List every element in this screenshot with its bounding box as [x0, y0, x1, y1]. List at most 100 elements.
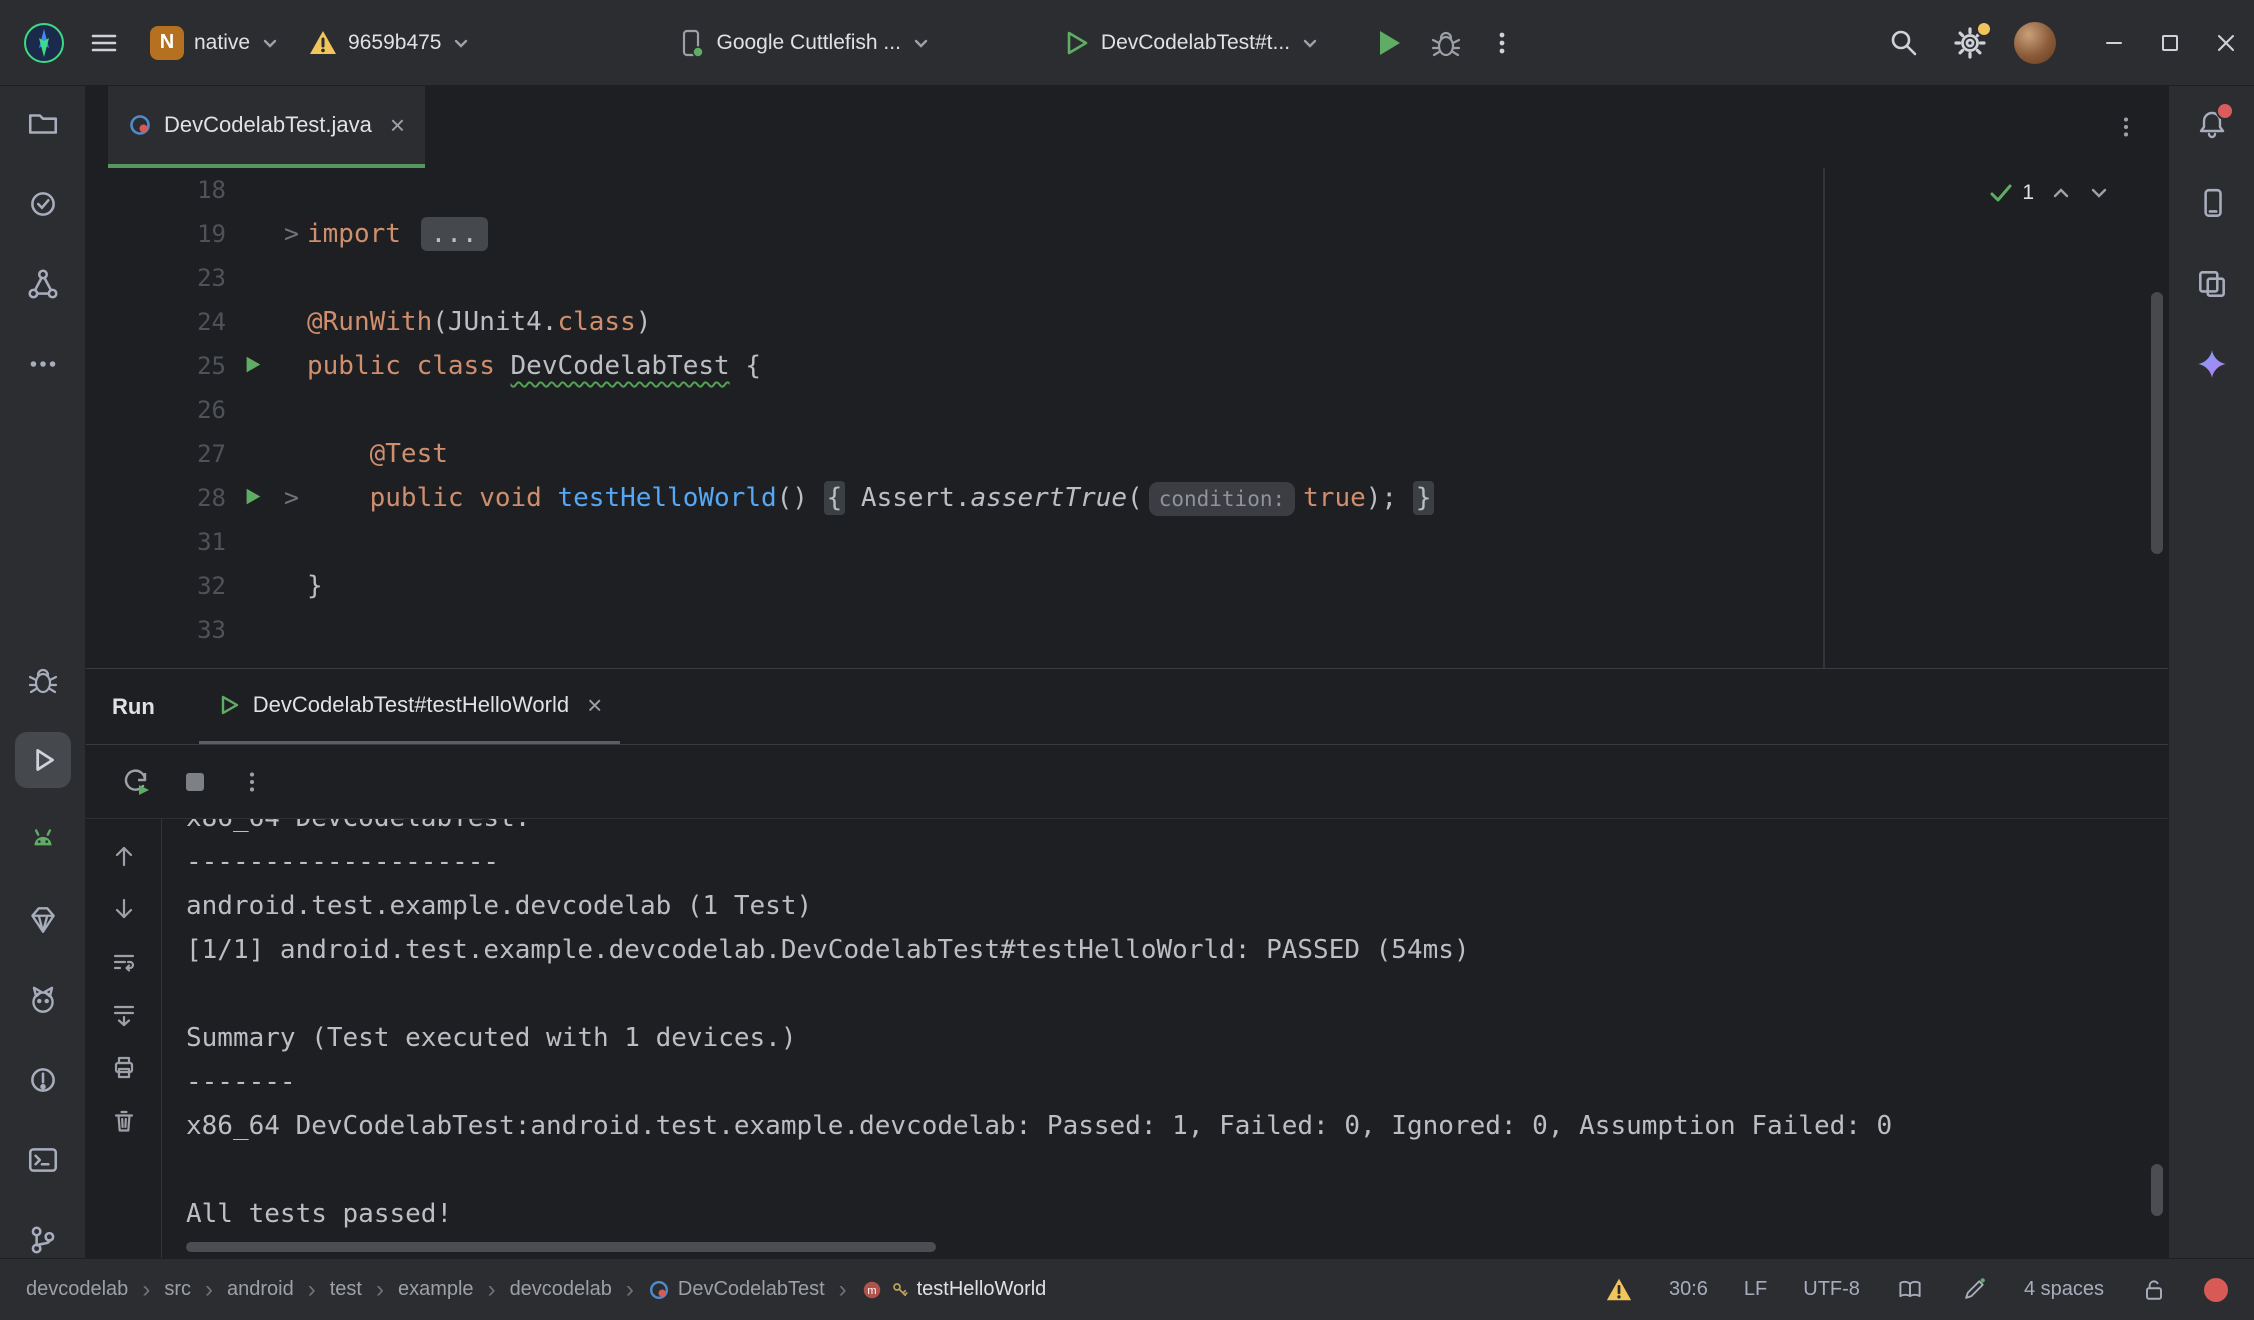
- terminal-icon[interactable]: [15, 1132, 71, 1188]
- run-configuration-selector[interactable]: DevCodelabTest#t...: [1051, 20, 1330, 66]
- more-actions-icon[interactable]: [1478, 19, 1526, 67]
- editor[interactable]: 1819>import ...2324@RunWith(JUnit4.class…: [86, 168, 2168, 668]
- cursor-position[interactable]: 30:6: [1669, 1278, 1708, 1301]
- structure-icon[interactable]: [15, 256, 71, 312]
- editor-tab[interactable]: DevCodelabTest.java ×: [108, 86, 425, 168]
- code-token: ...: [421, 217, 488, 251]
- code-text: }: [307, 564, 323, 608]
- code-text: import ...: [307, 212, 488, 256]
- project-folder-icon[interactable]: [15, 96, 71, 152]
- encoding-indicator[interactable]: UTF-8: [1803, 1278, 1860, 1301]
- breadcrumb-item[interactable]: DevCodelabTest: [648, 1278, 825, 1301]
- previous-occurrence-up-icon[interactable]: [102, 829, 146, 882]
- breadcrumb-separator: ›: [376, 1276, 384, 1304]
- console-vertical-scrollbar-thumb[interactable]: [2151, 1164, 2163, 1216]
- fold-arrow-icon[interactable]: >: [284, 212, 299, 256]
- debug-button[interactable]: [1422, 19, 1470, 67]
- run-button[interactable]: [1364, 19, 1412, 67]
- breadcrumb-item[interactable]: android: [227, 1278, 294, 1301]
- gemini-star-icon[interactable]: [2184, 336, 2240, 392]
- reader-mode-icon[interactable]: [1896, 1276, 1924, 1304]
- code-line: 31: [86, 520, 2168, 564]
- settings-gear-icon[interactable]: [1946, 19, 1994, 67]
- next-occurrence-down-icon[interactable]: [102, 882, 146, 935]
- run-tool-icon[interactable]: [15, 732, 71, 788]
- layout-inspector-icon[interactable]: [2184, 256, 2240, 312]
- run-test-gutter-icon[interactable]: [242, 354, 264, 376]
- main-menu-icon[interactable]: [80, 19, 128, 67]
- breadcrumb-item[interactable]: devcodelab: [26, 1278, 128, 1301]
- print-icon[interactable]: [102, 1041, 146, 1094]
- breadcrumb-item[interactable]: test: [330, 1278, 362, 1301]
- breadcrumb: devcodelab›src›android›test›example›devc…: [26, 1276, 1046, 1304]
- breadcrumb-item[interactable]: src: [164, 1278, 191, 1301]
- gutter: [226, 300, 307, 344]
- console-more-kebab-icon[interactable]: [238, 768, 266, 796]
- editor-tab-label: DevCodelabTest.java: [164, 112, 372, 138]
- console-output: x86_64 DevCodelabTest:------------------…: [186, 819, 2168, 1236]
- app-quality-insights-gem-icon[interactable]: [15, 892, 71, 948]
- status-warning-icon[interactable]: [1605, 1276, 1633, 1304]
- next-inspection-chevron-down-icon[interactable]: [2088, 182, 2110, 204]
- tab-options-kebab-icon[interactable]: [2112, 113, 2140, 141]
- fold-arrow-icon[interactable]: >: [284, 476, 299, 520]
- gutter: >: [226, 476, 307, 520]
- code-line: 19>import ...: [86, 212, 2168, 256]
- window-minimize-button[interactable]: [2086, 0, 2142, 86]
- window-maximize-button[interactable]: [2142, 0, 2198, 86]
- console-line: -------: [186, 1060, 2168, 1104]
- user-avatar[interactable]: [2014, 22, 2056, 64]
- device-manager-icon[interactable]: [2184, 176, 2240, 232]
- device-selector[interactable]: Google Cuttlefish ...: [666, 20, 940, 66]
- more-tool-windows-icon[interactable]: [15, 336, 71, 392]
- commit-icon[interactable]: [15, 176, 71, 232]
- run-test-gutter-icon[interactable]: [242, 486, 264, 508]
- error-indicator[interactable]: [2204, 1278, 2228, 1302]
- stylus-pen-icon[interactable]: [1960, 1276, 1988, 1304]
- inlay-hint: condition:: [1149, 482, 1295, 516]
- code-token: (JUnit4.: [432, 307, 557, 337]
- code-line: 27 @Test: [86, 432, 2168, 476]
- stop-icon[interactable]: [182, 769, 208, 795]
- soft-wrap-icon[interactable]: [102, 935, 146, 988]
- settings-notification-dot: [1976, 21, 1992, 37]
- code-token: [542, 483, 558, 513]
- search-everywhere-icon[interactable]: [1880, 19, 1928, 67]
- prev-inspection-chevron-up-icon[interactable]: [2050, 182, 2072, 204]
- notifications-bell-icon[interactable]: [2184, 96, 2240, 152]
- code-token: [401, 219, 417, 249]
- breadcrumb-separator: ›: [839, 1276, 847, 1304]
- code-line: 28> public void testHelloWorld() { Asser…: [86, 476, 2168, 520]
- logcat-icon[interactable]: [15, 972, 71, 1028]
- vcs-ref: 9659b475: [348, 31, 441, 55]
- breadcrumb-item[interactable]: example: [398, 1278, 474, 1301]
- project-widget[interactable]: N native: [140, 18, 290, 68]
- run-tab-close-icon[interactable]: ×: [587, 692, 602, 718]
- debug-tool-icon[interactable]: [15, 652, 71, 708]
- code-token: true: [1303, 483, 1366, 513]
- run-panel-body: x86_64 DevCodelabTest:------------------…: [86, 819, 2168, 1258]
- scroll-to-end-icon[interactable]: [102, 988, 146, 1041]
- clear-console-trash-icon[interactable]: [102, 1094, 146, 1147]
- warning-icon: [308, 28, 338, 58]
- problems-icon[interactable]: [15, 1052, 71, 1108]
- editor-scrollbar-thumb[interactable]: [2151, 292, 2163, 554]
- indent-indicator[interactable]: 4 spaces: [2024, 1278, 2104, 1301]
- rerun-icon[interactable]: [120, 766, 152, 798]
- inspection-ok-badge[interactable]: 1: [1988, 180, 2034, 206]
- breadcrumb-item[interactable]: devcodelab: [510, 1278, 612, 1301]
- run-panel-tab[interactable]: DevCodelabTest#testHelloWorld ×: [199, 669, 621, 744]
- running-devices-android-icon[interactable]: [15, 812, 71, 868]
- test-console[interactable]: x86_64 DevCodelabTest:------------------…: [162, 819, 2168, 1258]
- line-number: 28: [86, 476, 226, 520]
- window-close-button[interactable]: [2198, 0, 2254, 86]
- code-token: public: [370, 483, 464, 513]
- breadcrumb-separator: ›: [488, 1276, 496, 1304]
- console-horizontal-scrollbar-thumb[interactable]: [186, 1242, 936, 1252]
- tab-close-icon[interactable]: ×: [390, 112, 405, 138]
- gutter: >: [226, 212, 307, 256]
- lock-icon[interactable]: [2140, 1276, 2168, 1304]
- line-ending-indicator[interactable]: LF: [1744, 1278, 1767, 1301]
- breadcrumb-item[interactable]: mtestHelloWorld: [861, 1278, 1047, 1301]
- vcs-widget[interactable]: 9659b475: [298, 20, 481, 66]
